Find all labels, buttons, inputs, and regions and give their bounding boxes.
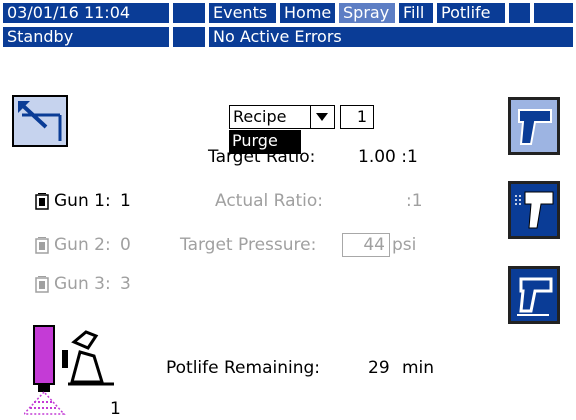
datetime-display: 03/01/16 11:04	[2, 2, 170, 24]
gun-3-label: Gun 3:	[54, 274, 111, 294]
recipe-select-value: Recipe	[233, 107, 287, 126]
recipe-number-field[interactable]: 1	[340, 105, 374, 129]
gun-trigger-icon	[35, 237, 49, 254]
tab-events[interactable]: Events	[208, 2, 277, 24]
target-ratio-label: Target Ratio:	[208, 147, 316, 167]
flush-gun-icon	[515, 191, 554, 229]
target-pressure-field[interactable]: 44	[342, 233, 390, 257]
mixer-spray-icon	[24, 325, 114, 415]
pressure-unit: psi	[392, 235, 417, 255]
gun-3-value: 3	[120, 274, 131, 294]
park-gun-button[interactable]	[508, 266, 560, 324]
window-arrow-icon	[14, 97, 66, 145]
header-blank-1	[172, 2, 206, 24]
status-blank	[172, 26, 206, 48]
screen-edit-button[interactable]	[12, 95, 68, 147]
header-blank-3	[533, 2, 574, 24]
tab-potlife[interactable]: Potlife	[436, 2, 506, 24]
target-ratio-value: 1.00 :1	[358, 147, 418, 167]
mixer-count: 1	[110, 399, 121, 419]
gun-1-label: Gun 1:	[54, 191, 111, 211]
recipe-select[interactable]: Recipe	[229, 105, 335, 129]
tab-spray[interactable]: Spray	[338, 2, 396, 24]
potlife-unit: min	[402, 358, 435, 378]
gun-1-value: 1	[120, 191, 131, 211]
flush-gun-button[interactable]	[508, 181, 560, 239]
tab-fill[interactable]: Fill	[398, 2, 434, 24]
tab-home[interactable]: Home	[279, 2, 336, 24]
gun-trigger-icon	[35, 193, 49, 210]
dropdown-arrow-icon[interactable]	[310, 106, 334, 128]
target-pressure-label: Target Pressure:	[180, 235, 317, 255]
error-message: No Active Errors	[208, 26, 574, 48]
gun-2-label: Gun 2:	[54, 235, 111, 255]
spray-gun-button[interactable]	[508, 97, 560, 155]
spray-gun-icon	[518, 109, 552, 145]
potlife-label: Potlife Remaining:	[166, 358, 321, 378]
actual-ratio-value: :1	[406, 191, 423, 211]
header-blank-2	[508, 2, 531, 24]
gun-2-value: 0	[120, 235, 131, 255]
park-gun-icon	[517, 277, 553, 316]
actual-ratio-label: Actual Ratio:	[215, 191, 324, 211]
status-display: Standby	[2, 26, 170, 48]
potlife-value: 29	[368, 358, 390, 378]
gun-trigger-icon	[35, 276, 49, 293]
